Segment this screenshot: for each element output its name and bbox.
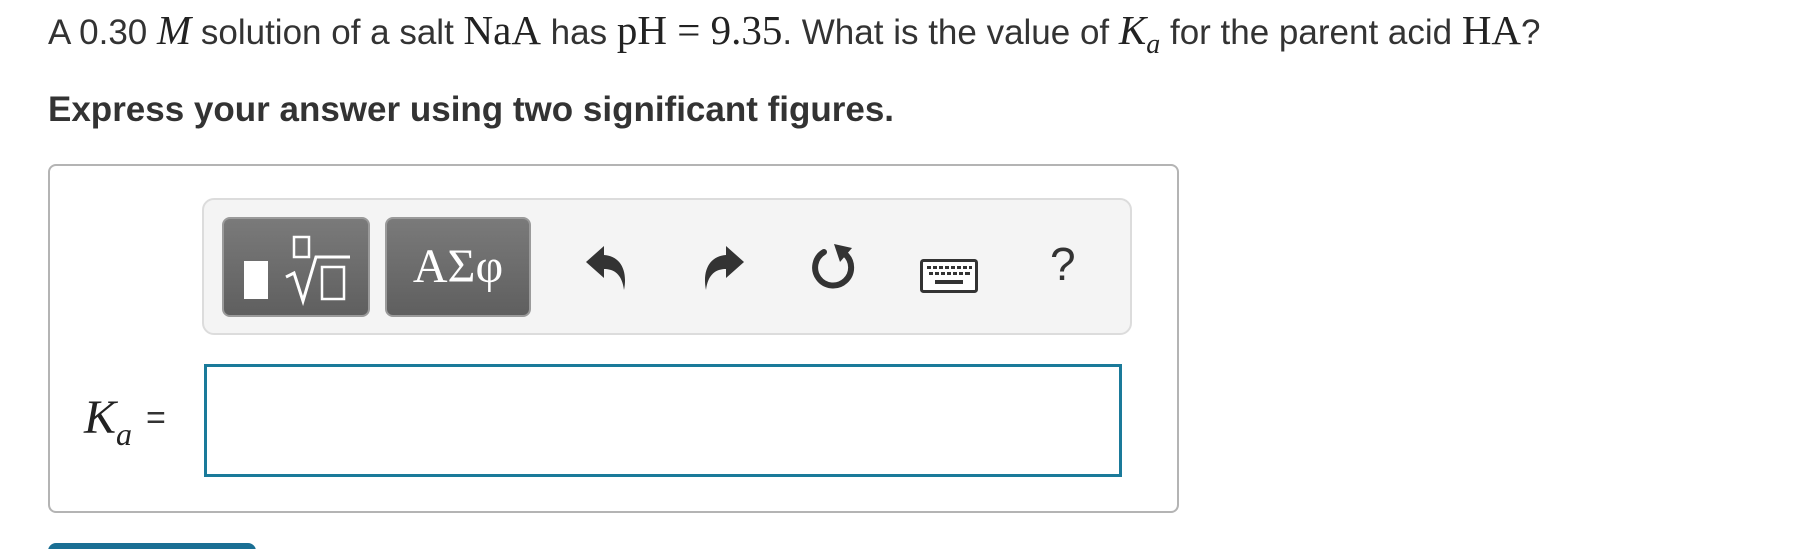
symbols-button[interactable]: ΑΣφ xyxy=(385,217,531,317)
answer-label-equals: = xyxy=(146,399,166,437)
reset-icon[interactable] xyxy=(810,242,860,296)
question-text: A 0.30 M solution of a salt NaA has pH =… xyxy=(48,7,1541,60)
molarity-unit: M xyxy=(156,7,192,53)
templates-icon xyxy=(244,235,350,307)
answer-label: Ka = xyxy=(84,390,166,452)
instruction-text: Express your answer using two significan… xyxy=(48,90,895,129)
answer-input[interactable] xyxy=(204,364,1122,477)
symbols-label: ΑΣφ xyxy=(412,240,504,293)
salt-formula: NaA xyxy=(463,7,541,53)
question-part: solution of a salt xyxy=(191,13,464,52)
ph-expression: pH = 9.35 xyxy=(616,7,783,53)
question-part: has xyxy=(540,13,617,52)
answer-label-symbol: K xyxy=(84,391,117,444)
question-part: . What is the value of xyxy=(782,13,1119,52)
acid-formula: HA xyxy=(1461,7,1522,53)
ka-symbol: K xyxy=(1118,7,1147,53)
ka-subscript: a xyxy=(1146,29,1161,60)
question-part: A 0.30 xyxy=(48,13,157,52)
undo-icon[interactable] xyxy=(584,242,630,292)
help-icon[interactable]: ? xyxy=(1050,238,1076,290)
question-part: for the parent acid xyxy=(1160,13,1462,52)
keyboard-icon[interactable] xyxy=(920,259,978,293)
question-part: ? xyxy=(1521,13,1541,52)
redo-icon[interactable] xyxy=(700,242,746,292)
submit-button[interactable] xyxy=(48,543,256,549)
templates-button[interactable] xyxy=(222,217,370,317)
answer-label-subscript: a xyxy=(116,416,133,452)
